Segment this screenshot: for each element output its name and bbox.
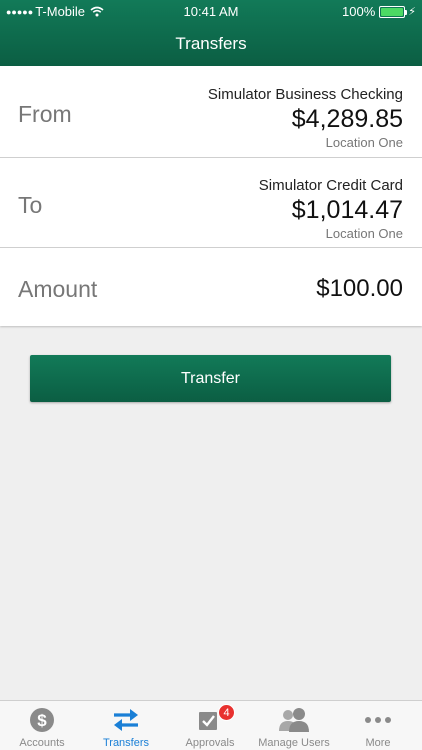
svg-text:$: $ [37,711,47,730]
amount-label: Amount [18,276,98,302]
tab-more-label: More [365,737,391,749]
header: ●●●●● T-Mobile 10:41 AM 100% ⚡ Transfers [0,0,422,66]
dollar-coin-icon: $ [0,706,84,734]
checkbox-icon [168,706,252,734]
tab-accounts[interactable]: $ Accounts [0,701,84,750]
status-bar: ●●●●● T-Mobile 10:41 AM 100% ⚡ [0,0,422,22]
transfer-arrows-icon [84,706,168,734]
page-title: Transfers [175,34,247,53]
to-label: To [18,192,43,218]
from-account-location: Location One [325,135,403,150]
from-account-balance: $4,289.85 [291,105,403,133]
to-account-details: Simulator Credit Card $1,014.47 Location… [259,177,403,242]
to-account-row[interactable]: To Simulator Credit Card $1,014.47 Locat… [0,158,422,248]
from-label: From [18,101,72,127]
battery-percent: 100% [342,4,376,19]
tab-more[interactable]: More [336,701,420,750]
tab-bar: $ Accounts Transfers 4 Approvals Manage … [0,700,422,750]
to-account-location: Location One [325,226,403,241]
from-account-name: Simulator Business Checking [207,86,403,103]
tab-approvals[interactable]: 4 Approvals [168,701,252,750]
amount-value[interactable]: $100.00 [316,275,403,303]
transfer-form: From Simulator Business Checking $4,289.… [0,66,422,326]
transfer-button[interactable]: Transfer [30,355,391,402]
from-account-row[interactable]: From Simulator Business Checking $4,289.… [0,66,422,158]
more-dots-icon [336,706,420,734]
amount-value-wrap: $100.00 [316,275,403,303]
battery-icon [379,5,408,18]
approvals-badge: 4 [218,704,235,721]
tab-approvals-label: Approvals [185,737,235,749]
tab-accounts-label: Accounts [19,737,65,749]
tab-manage-users[interactable]: Manage Users [252,701,336,750]
tab-manage-users-label: Manage Users [258,737,330,749]
status-right: 100% ⚡ [342,4,416,19]
to-account-name: Simulator Credit Card [258,177,403,194]
tab-transfers-label: Transfers [102,737,150,749]
from-account-details: Simulator Business Checking $4,289.85 Lo… [208,86,403,151]
amount-row[interactable]: Amount $100.00 [0,248,422,326]
transfers-screen: ●●●●● T-Mobile 10:41 AM 100% ⚡ Transfers… [0,0,422,750]
charging-icon: ⚡ [408,6,416,18]
to-account-balance: $1,014.47 [291,196,403,224]
tab-transfers[interactable]: Transfers [84,701,168,750]
users-icon [252,706,336,734]
